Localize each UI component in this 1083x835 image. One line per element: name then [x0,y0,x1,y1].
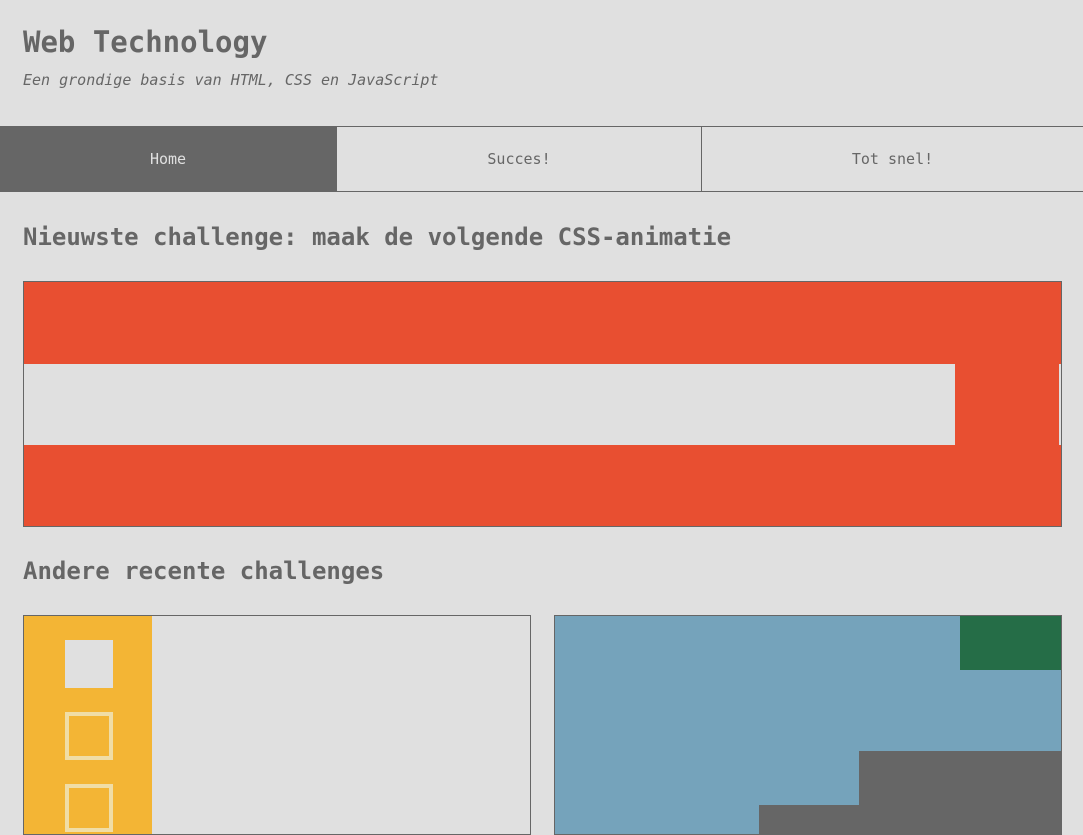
newest-challenge-heading: Nieuwste challenge: maak de volgende CSS… [23,223,732,251]
challenge-card-squares[interactable] [23,615,531,835]
site-title: Web Technology [23,25,268,59]
filled-square [65,640,113,688]
nav-item-succes[interactable]: Succes! [337,126,702,192]
outline-square [65,784,113,832]
nav-item-home[interactable]: Home [0,126,337,192]
other-challenges-heading: Andere recente challenges [23,557,385,585]
challenge-card-blocks[interactable] [554,615,1062,835]
outline-square [65,712,113,760]
yellow-column [24,616,152,834]
css-animation-preview [23,281,1062,527]
main-nav: Home Succes! Tot snel! [0,126,1083,192]
site-header: Web Technology Een grondige basis van HT… [23,24,438,90]
green-block [960,616,1061,670]
animation-stripe [24,364,955,445]
animation-edge [1059,364,1061,445]
site-subtitle: Een grondige basis van HTML, CSS en Java… [23,71,439,89]
gray-step [759,805,1061,834]
nav-item-tot-snel[interactable]: Tot snel! [702,126,1083,192]
